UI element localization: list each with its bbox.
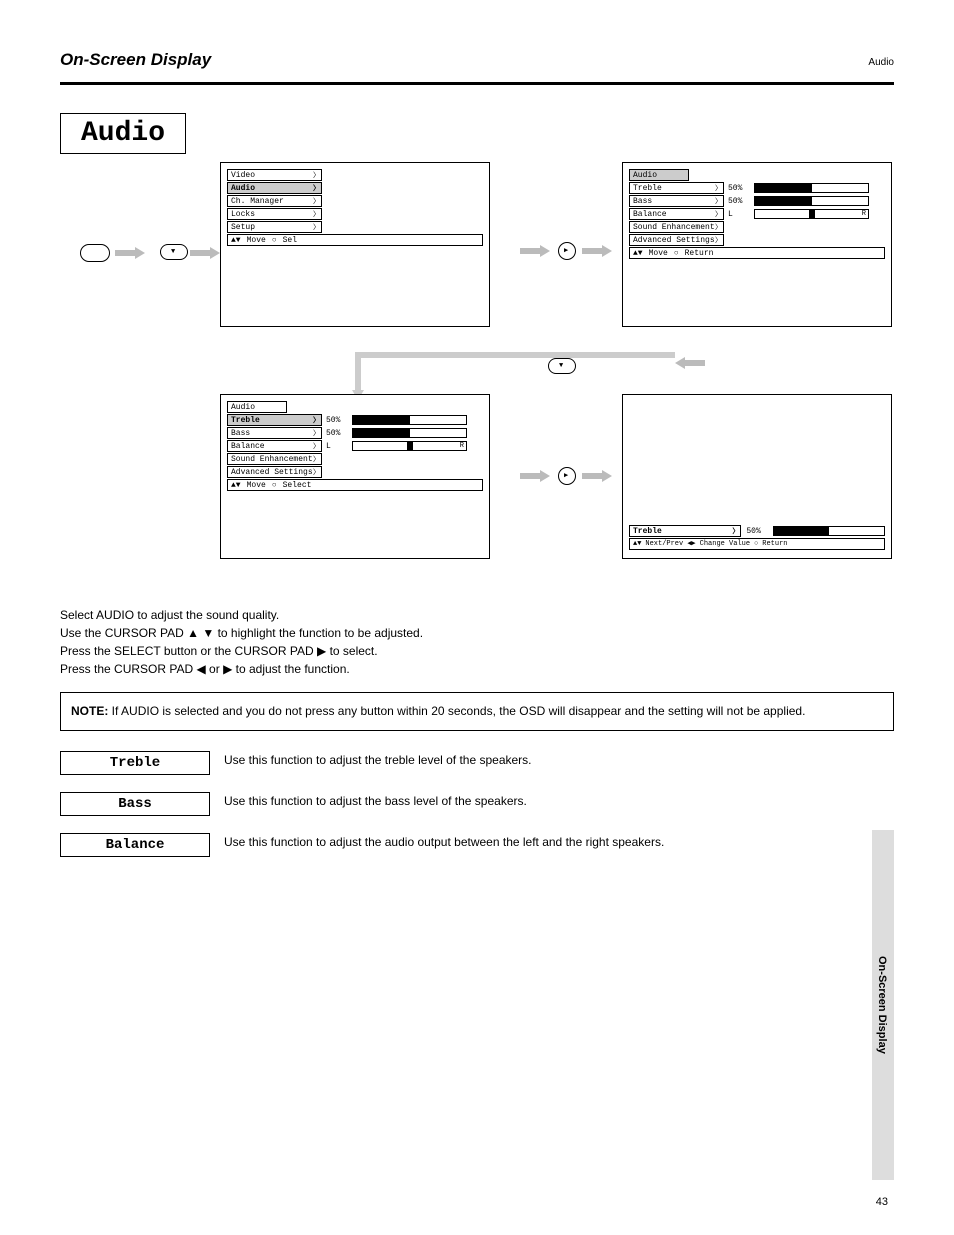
osd-footer: ▲▼Next/Prev ◀▶Change Value ○Return — [629, 538, 885, 550]
menu-item: Advanced Settings〉 — [629, 234, 724, 246]
rule — [60, 82, 894, 85]
instructions: Select AUDIO to adjust the sound quality… — [60, 606, 894, 678]
osd-screen-audio: Audio Treble〉50% Bass〉50% Balance〉LR Sou… — [622, 162, 892, 327]
right-button-icon — [558, 242, 576, 260]
osd-footer: ▲▼Move ○Return — [629, 247, 885, 259]
right-button-icon — [558, 467, 576, 485]
menu-item: Balance〉 — [629, 208, 724, 220]
arrow-icon — [675, 357, 705, 369]
menu-item: Treble〉 — [629, 182, 724, 194]
osd-footer: ▲▼Move ○Select — [227, 479, 483, 491]
menu-item-selected: Audio〉 — [227, 182, 322, 194]
side-tab: On-Screen Display — [872, 830, 894, 1180]
header-section: On-Screen Display — [60, 50, 211, 70]
arrow-icon — [115, 247, 145, 259]
menu-item: Video〉 — [227, 169, 322, 181]
menu-flow-diagram: Video〉 Audio〉 Ch. Manager〉 Locks〉 Setup〉… — [60, 162, 894, 582]
balance-bar: R — [352, 441, 467, 451]
balance-bar: R — [754, 209, 869, 219]
flow-path — [355, 352, 675, 400]
section-treble: Treble — [60, 751, 210, 775]
arrow-icon — [520, 245, 550, 257]
osd-screen-treble-adjust: Treble〉 50% ▲▼Next/Prev ◀▶Change Value ○… — [622, 394, 892, 559]
arrow-icon — [520, 470, 550, 482]
section-desc: Use this function to adjust the audio ou… — [224, 833, 894, 849]
menu-item-selected: Treble〉 — [227, 414, 322, 426]
title: Audio — [60, 113, 186, 154]
menu-item: Advanced Settings〉 — [227, 466, 322, 478]
menu-item: Ch. Manager〉 — [227, 195, 322, 207]
slider-bar — [352, 428, 467, 438]
section-desc: Use this function to adjust the treble l… — [224, 751, 894, 767]
breadcrumb: Audio — [629, 169, 689, 181]
slider-bar — [773, 526, 885, 536]
section-bass: Bass — [60, 792, 210, 816]
menu-item: Setup〉 — [227, 221, 322, 233]
menu-item: Sound Enhancement〉 — [629, 221, 724, 233]
slider-bar — [754, 183, 869, 193]
menu-button-icon — [80, 244, 110, 262]
osd-footer: ▲▼Move ○Sel — [227, 234, 483, 246]
page-number: 43 — [876, 1196, 888, 1208]
section-desc: Use this function to adjust the bass lev… — [224, 792, 894, 808]
breadcrumb: Audio — [227, 401, 287, 413]
menu-item: Sound Enhancement〉 — [227, 453, 322, 465]
slider-bar — [352, 415, 467, 425]
arrow-icon — [582, 245, 612, 257]
osd-screen-main: Video〉 Audio〉 Ch. Manager〉 Locks〉 Setup〉… — [220, 162, 490, 327]
arrow-icon — [582, 470, 612, 482]
slider-bar — [754, 196, 869, 206]
menu-item: Balance〉 — [227, 440, 322, 452]
note-box: NOTE: If AUDIO is selected and you do no… — [60, 692, 894, 731]
section-balance: Balance — [60, 833, 210, 857]
header-page-topic: Audio — [868, 57, 894, 68]
menu-item: Locks〉 — [227, 208, 322, 220]
menu-item-selected: Treble〉 — [629, 525, 741, 537]
arrow-icon — [190, 247, 220, 259]
menu-item: Bass〉 — [227, 427, 322, 439]
down-button-icon — [160, 244, 188, 260]
osd-screen-audio-treble-highlighted: Audio Treble〉50% Bass〉50% Balance〉LR Sou… — [220, 394, 490, 559]
menu-item: Bass〉 — [629, 195, 724, 207]
